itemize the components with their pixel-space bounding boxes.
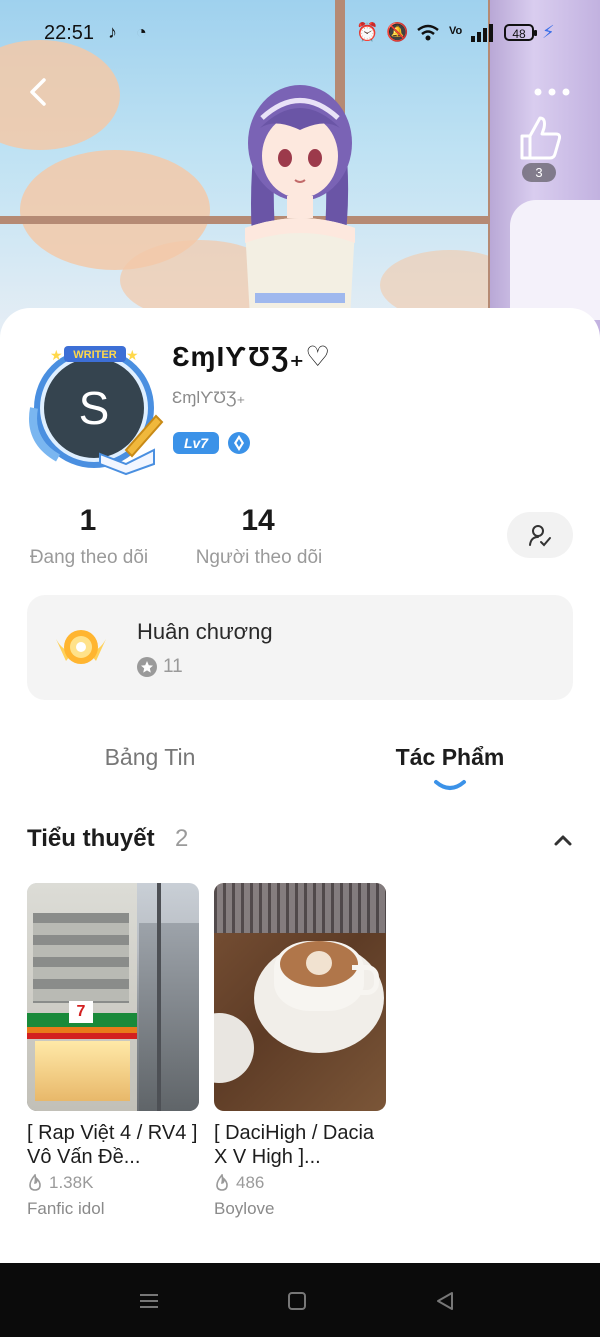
- book-views: 1.38K: [27, 1173, 199, 1193]
- chevron-up-icon[interactable]: [552, 829, 574, 851]
- book-views-count: 1.38K: [49, 1173, 94, 1192]
- mute-icon: 🔕: [386, 22, 409, 42]
- medal-icon: [56, 630, 106, 664]
- book-title[interactable]: [ Rap Việt 4 / RV4 ] Vô Vấn Đề...: [27, 1121, 199, 1169]
- book-card[interactable]: 7 [ Rap Việt 4 / RV4 ] Vô Vấn Đề... 1.38…: [27, 883, 199, 1219]
- flame-icon: [29, 1174, 41, 1191]
- avatar[interactable]: WRITER ★ ★ S: [28, 346, 168, 476]
- active-tab-indicator: [434, 780, 466, 790]
- svg-text:S: S: [79, 382, 110, 434]
- flame-icon: [216, 1174, 228, 1191]
- book-title[interactable]: [ DaciHigh / Dacia X V High ]...: [214, 1121, 386, 1169]
- medals-title: Huân chương: [137, 619, 273, 644]
- followers-label: Người theo dõi: [195, 547, 323, 568]
- star-badge-icon: [137, 657, 157, 677]
- messenger-icon: ◔: [136, 22, 147, 42]
- like-count-badge: 3: [522, 163, 556, 182]
- book-cover-store-street[interactable]: 7: [27, 883, 199, 1111]
- charging-icon: ⚡: [542, 22, 555, 42]
- svg-text:★: ★: [126, 347, 139, 363]
- character-illustration: [245, 85, 355, 318]
- book-genre: Fanfic idol: [27, 1199, 105, 1218]
- book-views: 486: [214, 1173, 386, 1193]
- novels-section-title: Tiểu thuyết: [27, 825, 155, 852]
- volte-icon: Vo: [449, 25, 463, 37]
- following-label: Đang theo dõi: [29, 547, 149, 568]
- back-button[interactable]: [22, 74, 58, 110]
- medals-count: 11: [163, 656, 183, 677]
- menu-icon[interactable]: [138, 1290, 160, 1312]
- thumbs-up-icon[interactable]: [512, 110, 568, 166]
- level-badge[interactable]: Lv7: [173, 432, 219, 454]
- system-navigation-bar: [0, 1263, 600, 1337]
- book-cover-coffee[interactable]: [214, 883, 386, 1111]
- tab-works[interactable]: Tác Phẩm: [370, 744, 530, 771]
- back-nav-icon[interactable]: [434, 1290, 456, 1312]
- tab-news-feed[interactable]: Bảng Tin: [80, 744, 220, 771]
- book-genre: Boylove: [214, 1199, 275, 1218]
- follow-status-button[interactable]: [507, 512, 573, 558]
- novels-section-count: 2: [175, 825, 189, 852]
- profile-handle: ƐɱƖƳƱƷ₊: [172, 388, 246, 407]
- home-icon[interactable]: [286, 1290, 308, 1312]
- diamond-badge-icon[interactable]: [227, 431, 251, 455]
- svg-text:★: ★: [50, 347, 63, 363]
- signal-icon: [471, 24, 493, 42]
- tiktok-icon: ♪: [108, 22, 117, 42]
- alarm-icon: ⏰: [356, 22, 379, 42]
- status-bar: 22:51 ♪ ◔ ⏰ 🔕 Vo 48 ⚡: [0, 0, 600, 68]
- book-views-count: 486: [236, 1173, 265, 1192]
- wifi-icon: [417, 24, 439, 41]
- more-options-button[interactable]: [532, 82, 572, 102]
- profile-name: ƐɱƖƳƱƷ₊♡: [172, 341, 332, 372]
- medals-card[interactable]: [27, 595, 573, 700]
- svg-text:WRITER: WRITER: [73, 349, 116, 361]
- following-count: 1: [79, 504, 97, 537]
- status-time: 22:51: [44, 22, 95, 44]
- user-check-icon: [529, 525, 551, 547]
- book-card[interactable]: [ DaciHigh / Dacia X V High ]... 486 Boy…: [214, 883, 386, 1219]
- battery-indicator: 48: [504, 24, 537, 41]
- followers-count: 14: [241, 504, 275, 537]
